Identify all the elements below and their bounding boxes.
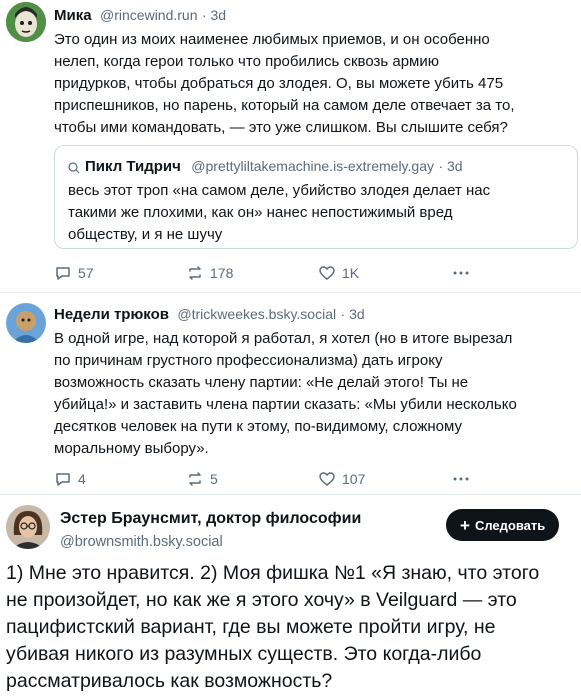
post-header: Недели трюков @trickweekes.bsky.social ·… (54, 306, 365, 324)
post-text-line: нелеп, когда герои только что пробились … (54, 53, 439, 70)
post-trickweekes: Недели трюков @trickweekes.bsky.social ·… (0, 293, 581, 493)
post-brownsmith: Эстер Браунсмит, доктор философии @brown… (0, 495, 581, 700)
quote-author-icon (68, 161, 80, 179)
avatar[interactable] (6, 505, 50, 549)
avatar-image (6, 303, 46, 343)
quote-text-line: такими же плохими, как он» нанес непости… (68, 204, 453, 221)
follow-button[interactable]: + Следовать (446, 509, 560, 541)
author-name[interactable]: Недели трюков (54, 306, 169, 323)
post-time[interactable]: · 3d (341, 306, 365, 322)
reply-count: 57 (78, 265, 94, 281)
more-options-button[interactable] (452, 470, 470, 488)
post-mika: Мика @rincewind.run · 3d Это один из мои… (0, 0, 581, 290)
follow-label: Следовать (474, 517, 546, 533)
post-text-line: В одной игре, над которой я работал, я х… (54, 330, 513, 347)
author-handle-wrap: @brownsmith.bsky.social (60, 533, 223, 551)
heart-icon (319, 472, 335, 486)
author-handle[interactable]: @trickweekes.bsky.social (177, 306, 336, 322)
reply-count: 4 (78, 471, 86, 487)
reply-button[interactable]: 57 (54, 264, 94, 282)
post-time[interactable]: · 3d (202, 7, 226, 23)
reply-icon (56, 267, 70, 280)
avatar-image (6, 505, 50, 549)
quote-text-line: весь этот троп «на самом деле, убийство … (68, 182, 491, 199)
post-text-line: убивая никого из разумных существ. Это к… (6, 643, 482, 665)
ellipsis-icon (453, 477, 469, 481)
avatar[interactable] (6, 2, 46, 42)
post-text-line: Это один из моих наименее любимых приемо… (54, 31, 490, 48)
post-text-line: по причинам грустного профессионализма) … (54, 352, 443, 369)
repost-icon (189, 472, 201, 486)
like-count: 107 (342, 471, 366, 487)
post-text-line: чтобы ими командовать, — это уже слишком… (54, 119, 508, 136)
repost-button[interactable]: 5 (186, 470, 218, 488)
author-name[interactable]: Эстер Браунсмит, доктор философии (60, 510, 361, 527)
author-handle[interactable]: @brownsmith.bsky.social (60, 534, 223, 550)
quote-author-name: Пикл Тидрич (85, 158, 181, 175)
post-text-line: возможность сказать члену партии: «Не де… (54, 374, 469, 391)
avatar-image (6, 2, 46, 42)
more-options-button[interactable] (452, 264, 470, 282)
post-text-line: десятков человек на пути к этому, по-вид… (54, 418, 462, 435)
post-text-line: придурков, чтобы добраться до злодея. О,… (54, 75, 504, 92)
post-text-line: рассматривалось как возможность? (6, 670, 333, 692)
avatar[interactable] (6, 303, 46, 343)
post-header: Мика @rincewind.run · 3d (54, 7, 226, 25)
author-name[interactable]: Мика (54, 7, 92, 24)
ellipsis-icon (453, 271, 469, 275)
like-button[interactable]: 1K (318, 264, 359, 282)
reply-button[interactable]: 4 (54, 470, 86, 488)
post-text-line: 1) Мне это нравится. 2) Моя фишка №1 «Я … (6, 562, 540, 584)
post-actions: 57 178 1K (54, 264, 574, 284)
quote-author-handle: @prettyliltakemachine.is-extremely.gay (191, 158, 434, 174)
like-count: 1K (342, 265, 360, 281)
quote-text-line: обществу, и я не шучу (68, 226, 223, 243)
quoted-post[interactable]: Пикл Тидрич @prettyliltakemachine.is-ext… (54, 145, 578, 249)
quote-time: · 3d (438, 158, 463, 174)
post-text-line: пацифистский вариант, где вы можете прой… (6, 616, 496, 638)
post-actions: 4 5 107 (54, 470, 574, 490)
post-text-line: не произойдет, но как же я этого хочу» в… (6, 589, 517, 611)
repost-count: 5 (210, 471, 218, 487)
repost-icon (189, 266, 201, 280)
like-button[interactable]: 107 (318, 470, 365, 488)
post-text-line: приспешников, но парень, который на само… (54, 97, 515, 114)
author-handle[interactable]: @rincewind.run (100, 7, 197, 23)
repost-button[interactable]: 178 (186, 264, 233, 282)
post-text-line: моральному выбору». (54, 440, 209, 457)
quote-header: Пикл Тидрич @prettyliltakemachine.is-ext… (85, 158, 463, 176)
heart-icon (319, 266, 335, 280)
post-text-line: убийца!» и заставить члена партии сказат… (54, 396, 517, 413)
author-name-wrap: Эстер Браунсмит, доктор философии (60, 510, 361, 528)
plus-icon: + (460, 515, 470, 535)
reply-icon (56, 473, 70, 486)
repost-count: 178 (210, 265, 234, 281)
